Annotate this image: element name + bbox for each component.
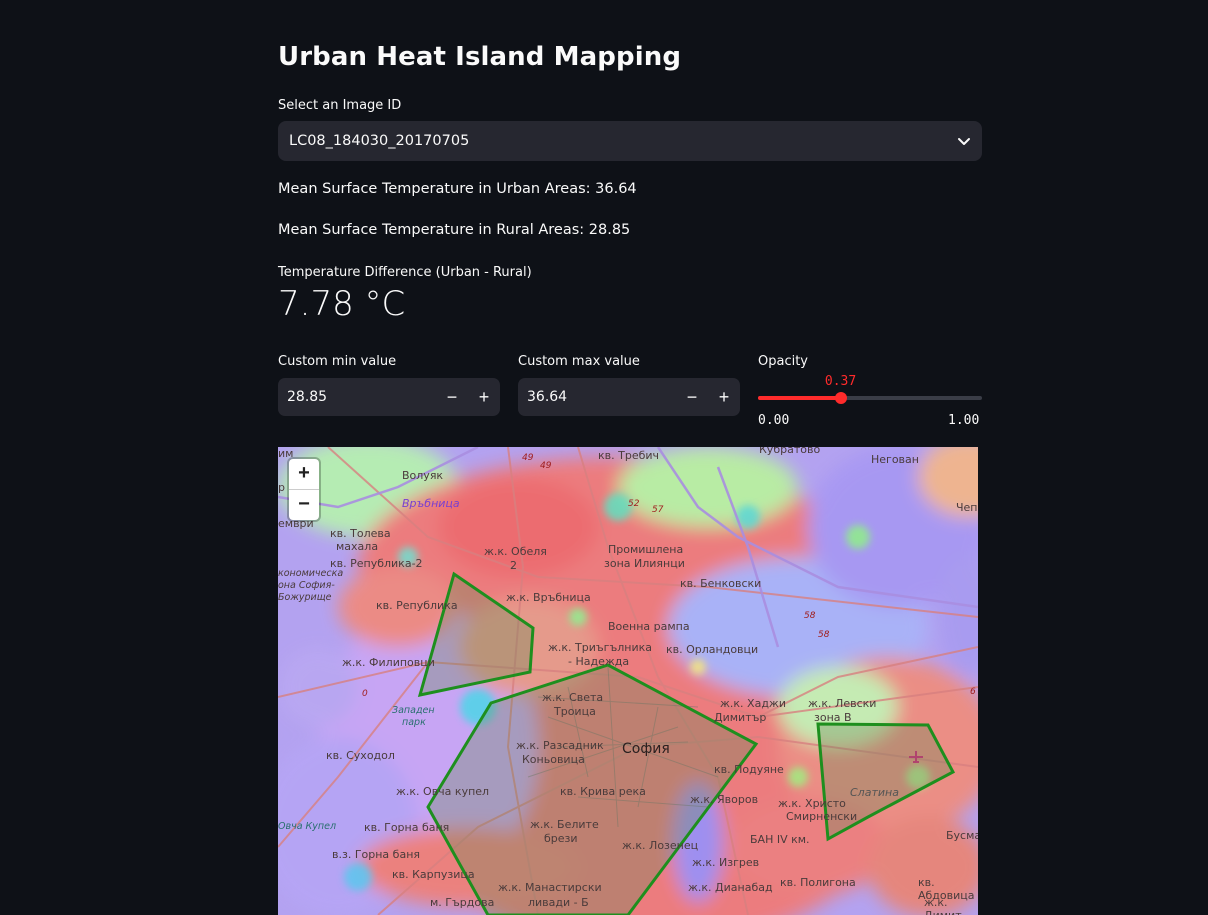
opacity-max-label: 1.00 — [948, 413, 980, 428]
map-label: ж.к. Света — [542, 691, 604, 704]
map-label: махала — [336, 540, 379, 553]
metric-label: Temperature Difference (Urban - Rural) — [278, 265, 532, 280]
map-label: 58 — [818, 630, 830, 640]
image-id-label: Select an Image ID — [278, 98, 402, 113]
map-label: 49 — [540, 461, 552, 471]
map-label: 2 — [510, 559, 517, 572]
map-label: ж.к. Левски — [808, 697, 877, 710]
image-id-value: LC08_184030_20170705 — [289, 133, 470, 149]
map-label: кономическа — [278, 568, 344, 579]
opacity-min-label: 0.00 — [758, 413, 790, 428]
map-label: ж.к. Христо — [778, 797, 846, 810]
map-label: Слатина — [850, 786, 899, 799]
opacity-slider[interactable] — [758, 392, 982, 404]
map-label: 57 — [652, 505, 664, 515]
map-label: - Надежда — [568, 655, 630, 668]
zoom-out-button[interactable]: − — [289, 490, 319, 520]
map-label: 52 — [628, 499, 640, 509]
opacity-slider-thumb[interactable] — [834, 392, 847, 404]
map-label: брези — [544, 832, 578, 845]
zoom-in-button[interactable]: + — [289, 459, 319, 490]
map-label: парк — [402, 717, 426, 728]
map-label: ливади - Б — [528, 896, 589, 909]
map-label: Промишлена — [608, 543, 684, 556]
min-value-field[interactable]: 28.85 — [278, 389, 436, 405]
map-label: Западен — [392, 705, 435, 716]
map-label: Коньовица — [522, 753, 585, 766]
map-label: ж.к. Разсадник — [516, 739, 604, 752]
map-label: кв. Република — [376, 599, 458, 612]
map-label: в.з. Горна баня — [332, 848, 421, 861]
min-value-input[interactable]: 28.85 − + — [278, 378, 500, 416]
min-decrement-button[interactable]: − — [436, 378, 468, 416]
map-label: Смирненски — [786, 810, 858, 823]
zoom-control: + − — [289, 459, 319, 520]
map-label: кв. Орландовци — [666, 643, 759, 656]
map-label: ж.к. Димит — [924, 896, 962, 915]
map-label: кв. Полигона — [780, 876, 856, 889]
map-label: кв. Горна баня — [364, 821, 450, 834]
map-label: Военна рампа — [608, 620, 690, 633]
map-label: ж.к. Изгрев — [692, 856, 760, 869]
heat-map[interactable]: кв. Требич Кубратово Негован им р Волуяк… — [278, 447, 978, 915]
map-label: БАН IV км. — [750, 833, 810, 846]
map-label: кв. Суходол — [326, 749, 395, 762]
map-label: ж.к. Манастирски — [498, 881, 602, 894]
map-label: Чепинци — [956, 501, 978, 514]
map-label: кв. Толева — [330, 527, 391, 540]
map-label: ж.к. Белите — [530, 818, 599, 831]
map-label: 6 — [970, 687, 976, 697]
max-value-field[interactable]: 36.64 — [518, 389, 676, 405]
map-label: ж.к. Хаджи — [720, 697, 786, 710]
map-label: м. Гърдова — [430, 896, 495, 909]
map-label: 58 — [804, 611, 816, 621]
max-value-input[interactable]: 36.64 − + — [518, 378, 740, 416]
map-label: ж.к. Яворов — [690, 793, 759, 806]
map-label: Троица — [554, 705, 596, 718]
page-title: Urban Heat Island Mapping — [278, 42, 682, 72]
map-label: Кубратово — [759, 447, 821, 456]
max-decrement-button[interactable]: − — [676, 378, 708, 416]
map-label: Овча Купел — [278, 821, 337, 832]
map-label: София — [622, 741, 670, 757]
map-label: 49 — [522, 453, 534, 463]
map-label: 0 — [362, 689, 368, 699]
max-value-label: Custom max value — [518, 354, 640, 369]
map-label: ж.к. Овча купел — [396, 785, 490, 798]
urban-temp-text: Mean Surface Temperature in Urban Areas:… — [278, 181, 637, 197]
map-label: зона Илиянци — [604, 557, 685, 570]
map-label: ж.к. Обеля — [484, 545, 547, 558]
image-id-select[interactable]: LC08_184030_20170705 — [278, 121, 982, 161]
rural-temp-text: Mean Surface Temperature in Rural Areas:… — [278, 222, 631, 238]
map-label: кв. Бенковски — [680, 577, 762, 590]
opacity-value: 0.37 — [824, 374, 857, 389]
map-label: ж.к. Дианабад — [688, 881, 773, 894]
opacity-slider-fill — [758, 396, 841, 400]
map-label: ж.к. Лозенец — [622, 839, 699, 852]
map-label: кв. Подуяне — [714, 763, 784, 776]
map-label: Божурище — [278, 592, 332, 603]
map-label: кв. Требич — [598, 449, 660, 462]
map-label: кв. Република-2 — [330, 557, 423, 570]
chevron-down-icon — [958, 138, 970, 145]
map-label: ж.к. Филиповци — [342, 656, 435, 669]
map-label: зона В — [814, 711, 852, 724]
map-label: кв. Карпузица — [392, 868, 475, 881]
min-increment-button[interactable]: + — [468, 378, 500, 416]
max-increment-button[interactable]: + — [708, 378, 740, 416]
map-label: Връбница — [402, 497, 460, 510]
min-value-label: Custom min value — [278, 354, 397, 369]
map-label: Димитър — [714, 711, 767, 724]
map-label: кв. Крива река — [560, 785, 646, 798]
map-label: Негован — [871, 453, 919, 466]
map-label: р — [278, 481, 285, 494]
map-label: Волуяк — [402, 469, 444, 482]
opacity-label: Opacity — [758, 354, 809, 369]
map-labels: кв. Требич Кубратово Негован им р Волуяк… — [278, 447, 978, 915]
map-label: ж.к. Триъгълника — [548, 641, 652, 654]
map-label: ж.к. Връбница — [506, 591, 591, 604]
map-label: она София- — [278, 580, 335, 591]
metric-value: 7.78 °C — [278, 284, 406, 324]
map-label: Бусма — [946, 829, 978, 842]
